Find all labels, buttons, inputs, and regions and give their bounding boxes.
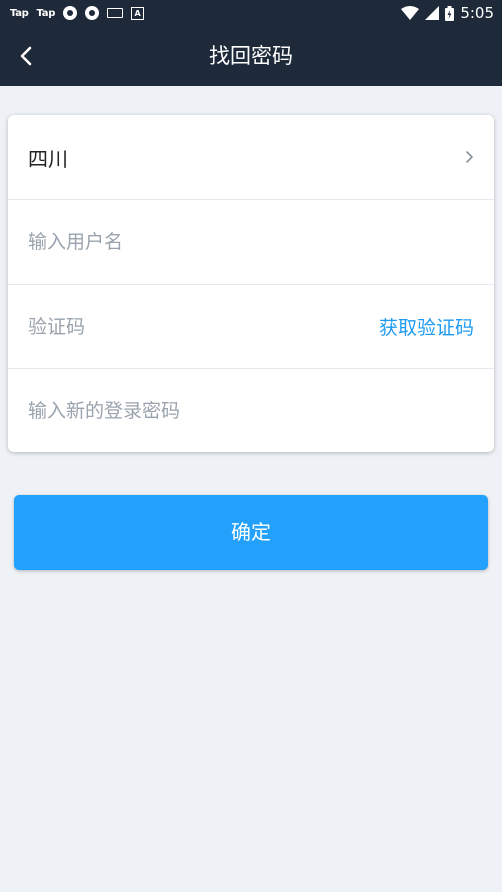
nav-bar: 找回密码 <box>0 26 502 86</box>
app-icon <box>63 6 78 20</box>
username-input[interactable] <box>28 221 474 262</box>
region-label: 四川 <box>28 146 68 171</box>
status-time: 5:05 <box>460 4 494 22</box>
status-bar-left: Tap Tap A <box>10 6 145 20</box>
get-code-button[interactable]: 获取验证码 <box>379 313 474 340</box>
app-icon <box>85 6 100 20</box>
confirm-button[interactable]: 确定 <box>14 495 488 570</box>
new-password-row <box>8 368 494 452</box>
a-icon: A <box>131 6 145 20</box>
status-bar-right: 5:05 <box>401 4 494 22</box>
battery-icon <box>445 5 455 21</box>
tap-app-label: Tap <box>36 7 56 19</box>
region-selector[interactable]: 四川 <box>8 115 494 199</box>
chevron-right-icon <box>466 151 473 163</box>
new-password-input[interactable] <box>28 390 474 431</box>
verification-code-row: 获取验证码 <box>8 284 494 368</box>
wifi-icon <box>401 6 420 20</box>
verification-code-input[interactable] <box>28 306 379 347</box>
status-bar: Tap Tap A 5:05 <box>0 0 502 26</box>
back-button[interactable] <box>6 36 46 76</box>
keyboard-icon <box>107 8 124 18</box>
page-title: 找回密码 <box>209 44 293 68</box>
form-card: 四川 获取验证码 <box>8 115 494 452</box>
chevron-left-icon <box>20 46 32 66</box>
tap-app-label: Tap <box>10 7 29 19</box>
signal-icon <box>425 6 440 20</box>
username-row <box>8 199 494 283</box>
